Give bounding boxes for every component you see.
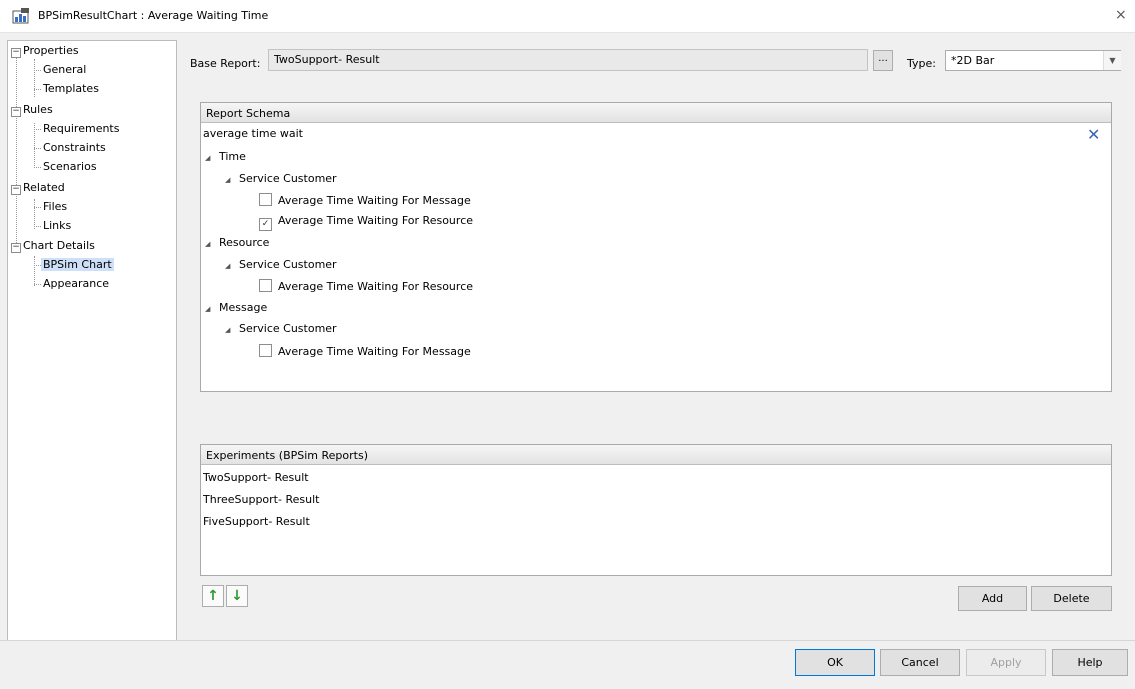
collapse-triangle-icon[interactable]: ◢	[205, 240, 219, 248]
checkbox[interactable]	[259, 344, 272, 357]
report-schema-header: Report Schema	[201, 103, 1111, 123]
checkbox[interactable]	[259, 193, 272, 206]
tree-item-related[interactable]: Related	[23, 181, 65, 194]
tree-item-appearance[interactable]: Appearance	[43, 277, 109, 290]
move-up-button[interactable]: ↑	[202, 585, 224, 607]
chevron-down-icon[interactable]: ▼	[1103, 51, 1121, 70]
collapse-triangle-icon[interactable]: ◢	[225, 326, 239, 334]
close-icon[interactable]: ×	[1115, 7, 1127, 23]
list-item[interactable]: ThreeSupport- Result	[203, 493, 319, 506]
move-down-button[interactable]: ↓	[226, 585, 248, 607]
experiments-panel: Experiments (BPSim Reports) TwoSupport- …	[200, 444, 1112, 576]
schema-item-resource-res[interactable]: Average Time Waiting For Resource	[259, 279, 473, 293]
tree-item-templates[interactable]: Templates	[43, 82, 99, 95]
help-button[interactable]: Help	[1052, 649, 1128, 676]
experiments-header: Experiments (BPSim Reports)	[201, 445, 1111, 465]
arrow-up-icon: ↑	[207, 588, 219, 604]
tree-item-rules[interactable]: Rules	[23, 103, 53, 116]
checkbox[interactable]	[259, 279, 272, 292]
navigation-tree: − Properties General Templates − Rules R…	[7, 40, 177, 642]
add-button[interactable]: Add	[958, 586, 1027, 611]
schema-node-resource-service-customer[interactable]: ◢ Service Customer	[225, 258, 337, 271]
collapse-icon[interactable]: −	[11, 48, 21, 58]
collapse-triangle-icon[interactable]: ◢	[205, 154, 219, 162]
schema-filter-input[interactable]: average time wait	[203, 127, 303, 140]
tree-item-general[interactable]: General	[43, 63, 86, 76]
arrow-down-icon: ↓	[231, 588, 243, 604]
tree-item-bpsim-chart[interactable]: BPSim Chart	[41, 258, 114, 271]
list-item[interactable]: FiveSupport- Result	[203, 515, 310, 528]
collapse-triangle-icon[interactable]: ◢	[205, 305, 219, 313]
collapse-triangle-icon[interactable]: ◢	[225, 176, 239, 184]
schema-node-message-service-customer[interactable]: ◢ Service Customer	[225, 322, 337, 335]
schema-item-time-msg[interactable]: Average Time Waiting For Message	[259, 193, 471, 207]
schema-node-time[interactable]: ◢ Time	[205, 150, 246, 163]
type-label: Type:	[907, 57, 936, 70]
collapse-icon[interactable]: −	[11, 243, 21, 253]
schema-item-message-msg[interactable]: Average Time Waiting For Message	[259, 344, 471, 358]
apply-button[interactable]: Apply	[966, 649, 1046, 676]
collapse-icon[interactable]: −	[11, 185, 21, 195]
collapse-icon[interactable]: −	[11, 107, 21, 117]
checkbox-checked[interactable]: ✓	[259, 218, 272, 231]
collapse-triangle-icon[interactable]: ◢	[225, 262, 239, 270]
tree-item-scenarios[interactable]: Scenarios	[43, 160, 97, 173]
schema-node-time-service-customer[interactable]: ◢ Service Customer	[225, 172, 337, 185]
schema-node-message[interactable]: ◢ Message	[205, 301, 267, 314]
tree-item-requirements[interactable]: Requirements	[43, 122, 119, 135]
tree-item-properties[interactable]: Properties	[23, 44, 79, 57]
window-title: BPSimResultChart : Average Waiting Time	[38, 9, 269, 22]
list-item[interactable]: TwoSupport- Result	[203, 471, 309, 484]
base-report-field: TwoSupport- Result	[268, 49, 868, 71]
chart-type-select[interactable]: *2D Bar	[945, 50, 1121, 71]
tree-item-files[interactable]: Files	[43, 200, 67, 213]
browse-button[interactable]: ...	[873, 50, 893, 71]
schema-item-time-res[interactable]: ✓ Average Time Waiting For Resource	[259, 214, 473, 231]
schema-node-resource[interactable]: ◢ Resource	[205, 236, 269, 249]
cancel-button[interactable]: Cancel	[880, 649, 960, 676]
ok-button[interactable]: OK	[795, 649, 875, 676]
tree-item-chart-details[interactable]: Chart Details	[23, 239, 95, 252]
dialog-footer	[0, 640, 1135, 689]
tree-item-links[interactable]: Links	[43, 219, 71, 232]
clear-filter-icon[interactable]: ✕	[1087, 127, 1100, 143]
chart-app-icon	[12, 8, 29, 24]
tree-item-constraints[interactable]: Constraints	[43, 141, 106, 154]
base-report-label: Base Report:	[190, 57, 261, 70]
report-schema-panel: Report Schema average time wait ✕ ◢ Time …	[200, 102, 1112, 392]
delete-button[interactable]: Delete	[1031, 586, 1112, 611]
